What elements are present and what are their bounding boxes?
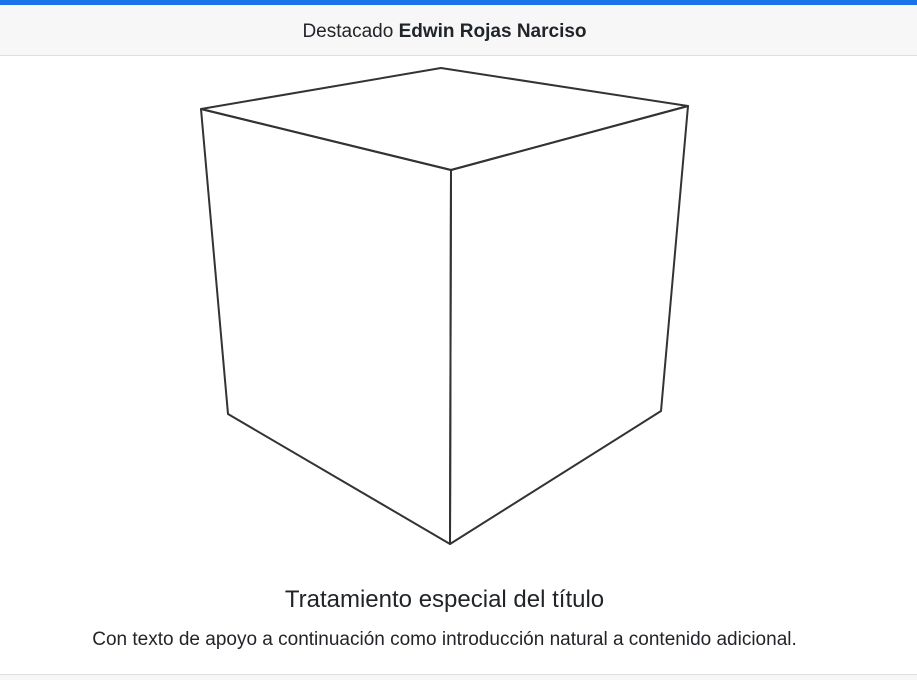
card-image (0, 56, 917, 556)
cube-icon (200, 67, 689, 545)
card-title: Tratamiento especial del título (284, 586, 605, 613)
card-footer-divider (0, 674, 917, 680)
cube-top-face (200, 67, 689, 171)
card-header: Destacado Edwin Rojas Narciso (0, 5, 917, 56)
card-text: Con texto de apoyo a continuación como i… (92, 629, 797, 650)
cube-right-face (449, 105, 689, 545)
header-highlight: Edwin Rojas Narciso (398, 21, 587, 42)
header-text: Destacado Edwin Rojas Narciso (0, 5, 889, 56)
header-prefix: Destacado (302, 21, 394, 42)
cube-left-face (200, 108, 452, 545)
